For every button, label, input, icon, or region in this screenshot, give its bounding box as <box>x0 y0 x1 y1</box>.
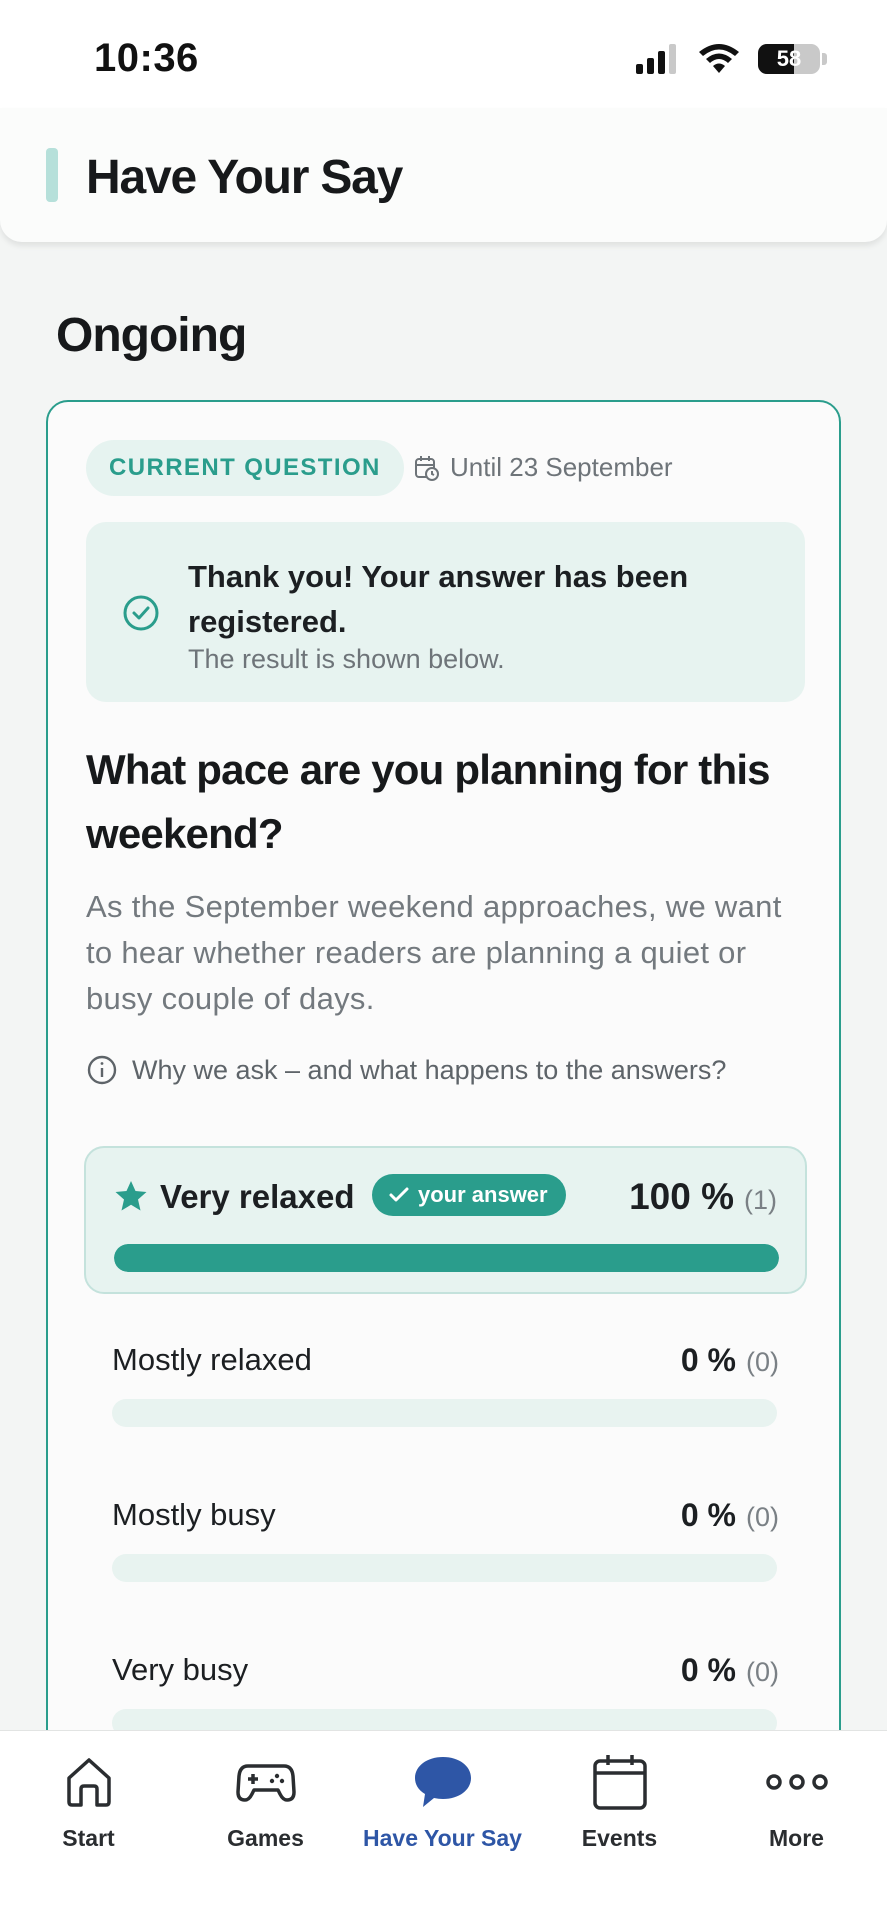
home-icon <box>66 1758 111 1807</box>
option-label: Mostly relaxed <box>112 1342 312 1377</box>
nav-item-more[interactable]: More <box>708 1731 885 1861</box>
status-time: 10:36 <box>94 36 199 80</box>
chat-bubble-icon <box>414 1757 471 1807</box>
bottom-nav: Start Games Have Your Say Events More <box>0 1730 887 1920</box>
star-icon <box>115 1181 147 1211</box>
option-bar-fill <box>114 1244 779 1272</box>
nav-item-have-your-say[interactable]: Have Your Say <box>354 1731 531 1861</box>
option-bar <box>112 1554 777 1582</box>
nav-label: Games <box>227 1825 304 1851</box>
option-percent: 0 % <box>680 1652 736 1688</box>
option-count: (0) <box>746 1657 779 1687</box>
checkmark-icon <box>389 1187 409 1202</box>
option-result: 0 % (0) <box>681 1497 779 1534</box>
wifi-icon <box>699 44 739 73</box>
current-question-tag: CURRENT QUESTION <box>86 440 404 496</box>
poll-card: CURRENT QUESTION Until 23 September Than… <box>46 400 841 1920</box>
battery-icon: 58 <box>758 44 820 74</box>
check-circle-icon <box>123 595 159 631</box>
signal-icon <box>636 44 676 74</box>
status-bar: 10:36 58 <box>0 0 887 110</box>
option-bar <box>114 1244 779 1272</box>
poll-option: Mostly busy 0 % (0) <box>84 1497 807 1627</box>
option-label: Very busy <box>112 1652 249 1687</box>
calendar-clock-icon <box>415 455 439 481</box>
option-label: Very relaxed <box>160 1178 355 1215</box>
option-percent: 0 % <box>680 1497 736 1533</box>
nav-label: Start <box>62 1825 115 1851</box>
option-count: (1) <box>744 1185 777 1215</box>
nav-label: Events <box>581 1825 658 1851</box>
why-we-ask-link[interactable]: Why we ask – and what happens to the ans… <box>86 1054 726 1086</box>
poll-option: Mostly relaxed 0 % (0) <box>84 1342 807 1472</box>
nav-label: Have Your Say <box>363 1825 522 1851</box>
option-result: 100 % (1) <box>629 1176 777 1218</box>
notice-subtitle: The result is shown below. <box>188 644 505 674</box>
why-we-ask-text: Why we ask – and what happens to the ans… <box>132 1054 727 1085</box>
your-answer-badge: your answer <box>372 1174 566 1216</box>
deadline-text: Until 23 September <box>450 452 673 482</box>
gamepad-icon <box>235 1764 296 1802</box>
section-title: Ongoing <box>56 309 247 362</box>
status-icons: 58 <box>636 42 827 76</box>
poll-option-selected: Very relaxed your answer 100 % (1) <box>84 1146 807 1294</box>
option-result: 0 % (0) <box>681 1342 779 1379</box>
page-title: Have Your Say <box>86 151 403 204</box>
nav-item-start[interactable]: Start <box>0 1731 177 1861</box>
header-accent-bar <box>46 148 58 202</box>
option-count: (0) <box>746 1502 779 1532</box>
option-label: Mostly busy <box>112 1497 276 1532</box>
battery-level: 58 <box>776 46 802 71</box>
answer-registered-notice: Thank you! Your answer has been register… <box>86 522 805 702</box>
your-answer-label: your answer <box>418 1182 548 1207</box>
more-dots-icon <box>765 1774 828 1790</box>
nav-item-events[interactable]: Events <box>531 1731 708 1861</box>
option-count: (0) <box>746 1347 779 1377</box>
notice-title: Thank you! Your answer has been register… <box>188 559 689 639</box>
info-icon <box>87 1055 117 1085</box>
question-text: What pace are you planning for this week… <box>86 746 771 857</box>
question-description: As the September weekend approaches, we … <box>86 889 782 1016</box>
option-percent: 100 % <box>629 1176 734 1217</box>
option-result: 0 % (0) <box>681 1652 779 1689</box>
option-bar <box>112 1399 777 1427</box>
nav-item-games[interactable]: Games <box>177 1731 354 1861</box>
option-percent: 0 % <box>680 1342 736 1378</box>
nav-label: More <box>769 1825 824 1851</box>
calendar-icon <box>592 1755 647 1810</box>
deadline: Until 23 September <box>414 452 673 483</box>
page-header: Have Your Say <box>0 108 887 242</box>
